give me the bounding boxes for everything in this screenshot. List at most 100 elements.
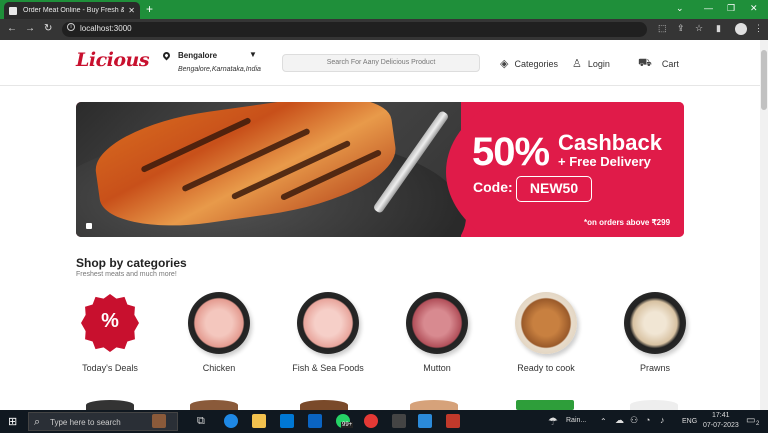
- category-ready-to-cook[interactable]: Ready to cook: [506, 292, 586, 374]
- volume-icon[interactable]: ♪: [660, 415, 665, 425]
- search-icon: ⌕: [34, 416, 41, 428]
- forward-arrow-icon[interactable]: →: [25, 23, 35, 35]
- address-bar[interactable]: [62, 22, 647, 37]
- people-icon[interactable]: ⚇: [630, 415, 638, 426]
- share-icon[interactable]: ⇪: [677, 23, 685, 34]
- task-view-icon[interactable]: ⧉: [197, 415, 205, 428]
- edge-icon[interactable]: [224, 414, 238, 428]
- tab-search-chevron-icon[interactable]: ⌄: [676, 3, 684, 14]
- deal-badge-icon: %: [79, 292, 141, 354]
- fish-icon: [297, 292, 359, 354]
- category-todays-deals[interactable]: % Today's Deals: [70, 292, 150, 374]
- url-text[interactable]: localhost:3000: [80, 24, 132, 33]
- weather-icon[interactable]: ☂: [548, 415, 558, 428]
- mail-icon[interactable]: [308, 414, 322, 428]
- category-chicken[interactable]: Chicken: [179, 292, 259, 374]
- windows-start-icon[interactable]: ⊞: [8, 415, 17, 428]
- category-label: Fish & Sea Foods: [292, 363, 364, 373]
- location-city[interactable]: Bengalore: [178, 51, 217, 60]
- category-label: Prawns: [639, 363, 670, 373]
- page-scrollbar[interactable]: [760, 40, 768, 410]
- code-label: Code:: [473, 179, 513, 195]
- minimize-button[interactable]: —: [704, 3, 713, 13]
- category-peek-image: [630, 400, 678, 410]
- cashback-headline: Cashback: [558, 130, 662, 155]
- tab-close-icon[interactable]: ✕: [128, 6, 135, 15]
- categories-label: Categories: [514, 58, 558, 69]
- notification-badge: 99+: [341, 422, 354, 428]
- cashback-percent: 50%: [472, 130, 550, 174]
- category-peek-image: [516, 400, 574, 410]
- banner-fine-print: *on orders above ₹299: [584, 218, 671, 227]
- wifi-icon[interactable]: ◔: [645, 415, 650, 425]
- free-delivery-text: + Free Delivery: [558, 154, 651, 169]
- categories-nav[interactable]: ◈ Categories: [500, 57, 558, 70]
- percent-icon: %: [101, 310, 119, 332]
- category-label: Chicken: [202, 363, 236, 373]
- favicon-icon: [9, 6, 17, 15]
- notification-count: 2: [756, 421, 760, 427]
- category-prawns[interactable]: Prawns: [615, 292, 695, 374]
- user-icon: ♙: [572, 58, 582, 70]
- layers-icon: ◈: [500, 58, 509, 70]
- chicken-icon: [188, 292, 250, 354]
- tray-chevron-icon[interactable]: ⌃: [600, 417, 607, 426]
- cart-label: Cart: [661, 59, 679, 69]
- licious-logo[interactable]: Licious: [76, 49, 150, 71]
- side-panel-icon[interactable]: ▮: [716, 23, 721, 34]
- cart-nav[interactable]: ⛟ Cart: [638, 57, 679, 71]
- taskbar-search-placeholder: Type here to search: [50, 418, 121, 427]
- browser-tab-bar: Order Meat Online - Buy Fresh & ... ✕ + …: [0, 0, 768, 19]
- location-full-address: Bengalore,Karnataka,India: [178, 66, 261, 73]
- install-app-icon[interactable]: ⬚: [658, 23, 667, 34]
- site-info-icon[interactable]: i: [67, 23, 75, 31]
- grilled-salmon-image: [76, 102, 466, 237]
- category-mutton[interactable]: Mutton: [397, 292, 477, 374]
- notifications-icon[interactable]: ▭: [746, 415, 755, 426]
- scroll-thumb[interactable]: [761, 50, 767, 110]
- chevron-down-icon[interactable]: ▼: [249, 50, 257, 59]
- maximize-button[interactable]: ❐: [727, 3, 735, 14]
- clock-time[interactable]: 17:41: [712, 412, 730, 419]
- profile-avatar[interactable]: [735, 23, 747, 35]
- category-peek-image: [300, 400, 348, 410]
- login-nav[interactable]: ♙ Login: [572, 57, 610, 70]
- login-label: Login: [587, 58, 610, 69]
- category-label: Ready to cook: [517, 363, 575, 373]
- onedrive-icon[interactable]: ☁: [615, 415, 624, 426]
- file-explorer-icon[interactable]: [252, 414, 266, 428]
- category-peek-image: [190, 400, 238, 410]
- language-indicator[interactable]: ENG: [682, 418, 697, 425]
- reload-icon[interactable]: ↻: [44, 23, 52, 35]
- search-highlight-icon[interactable]: [152, 414, 166, 428]
- prawns-icon: [624, 292, 686, 354]
- chrome-icon[interactable]: [364, 414, 378, 428]
- category-peek-image: [86, 400, 134, 410]
- tab-title: Order Meat Online - Buy Fresh & ...: [23, 7, 125, 14]
- back-arrow-icon[interactable]: ←: [7, 23, 17, 35]
- store-icon[interactable]: [280, 414, 294, 428]
- clock-date[interactable]: 07-07-2023: [703, 422, 739, 429]
- banner-indicator-icon[interactable]: [86, 223, 92, 229]
- section-title: Shop by categories: [76, 256, 187, 270]
- promo-code: NEW50: [516, 176, 592, 202]
- new-tab-button[interactable]: +: [146, 2, 153, 16]
- promo-banner[interactable]: 50% Cashback + Free Delivery Code: NEW50…: [76, 102, 684, 237]
- browser-menu-icon[interactable]: ⋮: [754, 23, 763, 34]
- terminal-icon[interactable]: [392, 414, 406, 428]
- weather-text[interactable]: Rain...: [566, 417, 586, 424]
- bookmark-star-icon[interactable]: ☆: [695, 23, 703, 34]
- vscode-icon[interactable]: [418, 414, 432, 428]
- category-peek-image: [410, 400, 458, 410]
- browser-tab[interactable]: Order Meat Online - Buy Fresh & ... ✕: [4, 2, 140, 19]
- category-label: Today's Deals: [82, 363, 138, 373]
- category-label: Mutton: [423, 363, 451, 373]
- category-fish-seafood[interactable]: Fish & Sea Foods: [288, 292, 368, 374]
- windows-taskbar: ⊞ ⌕ Type here to search ⧉ 99+ ☂ Rain... …: [0, 410, 768, 433]
- mutton-icon: [406, 292, 468, 354]
- search-input[interactable]: Search For Aany Delicious Product: [282, 54, 480, 72]
- cart-icon: ⛟: [638, 57, 652, 69]
- browser-toolbar: ← → ↻ i localhost:3000 ⬚ ⇪ ☆ ▮ ⋮: [0, 19, 768, 40]
- close-window-button[interactable]: ✕: [750, 3, 758, 14]
- app-icon[interactable]: [446, 414, 460, 428]
